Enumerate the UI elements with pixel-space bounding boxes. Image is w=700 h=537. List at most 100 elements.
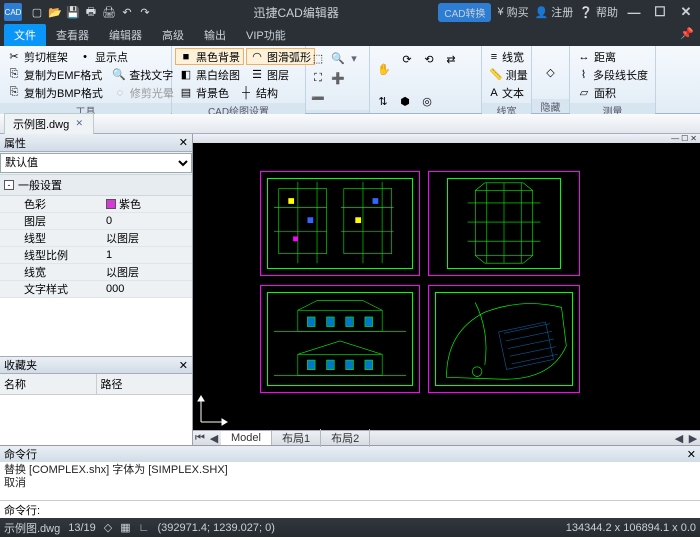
menu-advanced[interactable]: 高级	[152, 24, 194, 46]
document-tab-label: 示例图.dwg	[13, 116, 69, 132]
orbit-icon[interactable]: ◎	[417, 91, 437, 111]
copy-bmp-button[interactable]: ⎘复制为BMP格式	[3, 84, 107, 101]
hide-button[interactable]: ◇	[540, 53, 562, 93]
prop-row-layer[interactable]: 图层0	[0, 213, 192, 230]
register-button[interactable]: 👤注册	[535, 4, 574, 20]
view3d-icon[interactable]: ⬢	[395, 91, 415, 111]
saveall-icon[interactable]: 🖶	[82, 3, 100, 21]
menu-editor[interactable]: 编辑器	[99, 24, 152, 46]
cad-convert-button[interactable]: CAD转换	[438, 3, 491, 22]
favorites-header: 收藏夹 ✕	[0, 356, 192, 374]
find-text-button[interactable]: 🔍查找文字	[108, 66, 177, 83]
favorites-close-icon[interactable]: ✕	[179, 359, 188, 372]
prop-row-linescale[interactable]: 线型比例1	[0, 247, 192, 264]
structure-button[interactable]: ┼结构	[235, 84, 282, 101]
zoom-window-icon[interactable]: 🔍	[329, 49, 347, 67]
collapse-icon[interactable]: -	[4, 180, 14, 190]
properties-close-icon[interactable]: ✕	[179, 136, 188, 149]
layers-button[interactable]: ☰图层	[246, 66, 293, 83]
layout-tab-1[interactable]: 布局1	[272, 429, 321, 447]
tab-close-icon[interactable]: ✕	[73, 118, 85, 130]
app-title: 迅捷CAD编辑器	[154, 4, 438, 21]
background-color-button[interactable]: ▤背景色	[175, 84, 233, 101]
copy-emf-button[interactable]: ⎘复制为EMF格式	[3, 66, 106, 83]
open-icon[interactable]: 📂	[46, 3, 64, 21]
fav-col-path[interactable]: 路径	[97, 374, 193, 394]
distance-icon: ↔	[577, 50, 591, 64]
scroll-right-icon[interactable]: ▶	[686, 432, 700, 445]
properties-header: 属性 ✕	[0, 134, 192, 152]
close-icon[interactable]: ✕	[676, 4, 696, 20]
menu-output[interactable]: 输出	[194, 24, 236, 46]
area-icon: ▱	[577, 86, 591, 100]
snap-icon: ◇	[546, 66, 554, 79]
point-icon: •	[78, 50, 92, 64]
buy-button[interactable]: ¥购买	[497, 4, 528, 20]
pin-icon[interactable]: 📌	[680, 27, 696, 43]
menu-viewer[interactable]: 查看器	[46, 24, 99, 46]
scroll-left-icon[interactable]: ◀	[672, 432, 686, 445]
flip-h-icon[interactable]: ⇄	[441, 49, 461, 69]
canvas-close-icon[interactable]: ✕	[690, 134, 697, 143]
zoom-in-icon[interactable]: ➕	[329, 69, 347, 87]
rotate-cw-icon[interactable]: ⟳	[397, 49, 417, 69]
menu-file[interactable]: 文件	[4, 24, 46, 46]
save-icon[interactable]: 💾	[64, 3, 82, 21]
polyline-icon: ⌇	[577, 68, 590, 82]
tab-prev-icon[interactable]: ◀	[207, 432, 221, 445]
zoom-fit-icon[interactable]: ⛶	[309, 69, 327, 87]
black-square-icon: ■	[179, 50, 193, 64]
properties-group-header[interactable]: - 一般设置	[0, 174, 192, 196]
status-filename: 示例图.dwg	[4, 520, 60, 536]
polyline-length-button[interactable]: ⌇多段线长度	[573, 66, 652, 83]
layout-tab-model[interactable]: Model	[221, 431, 272, 445]
minimize-icon[interactable]: —	[624, 5, 644, 20]
canvas-maximize-icon[interactable]: ☐	[681, 134, 688, 143]
properties-filter-select[interactable]: 默认值	[0, 153, 192, 173]
favorites-columns: 名称 路径	[0, 374, 192, 395]
smooth-arc-button[interactable]: ◠图滑弧形	[246, 48, 315, 65]
layout-tab-2[interactable]: 布局2	[321, 429, 370, 447]
black-bg-button[interactable]: ■黑色背景	[175, 48, 244, 65]
command-input[interactable]	[44, 504, 696, 516]
menu-vip[interactable]: VIP功能	[236, 24, 296, 46]
show-points-button[interactable]: •显示点	[74, 48, 132, 65]
maximize-icon[interactable]: ☐	[650, 4, 670, 20]
dropdown-icon[interactable]: ▾	[349, 49, 359, 67]
canvas-minimize-icon[interactable]: —	[671, 134, 679, 143]
pan-button[interactable]: ✋	[373, 49, 395, 89]
select-icon[interactable]: ⬚	[309, 49, 327, 67]
undo-icon[interactable]: ↶	[118, 3, 136, 21]
measure-button[interactable]: 📏测量	[485, 66, 528, 83]
lineweight-button[interactable]: ≡线宽	[485, 48, 528, 65]
cut-frame-button[interactable]: ✂剪切框架	[3, 48, 72, 65]
prop-row-linetype[interactable]: 线型以图层	[0, 230, 192, 247]
zoom-out-icon[interactable]: ➖	[309, 89, 327, 107]
document-tab[interactable]: 示例图.dwg ✕	[4, 113, 94, 135]
new-icon[interactable]: ▢	[28, 3, 46, 21]
prop-row-textstyle[interactable]: 文字样式000	[0, 281, 192, 298]
status-snap-icon[interactable]: ◇	[104, 521, 112, 534]
area-button[interactable]: ▱面积	[573, 84, 652, 101]
panel-nav-title	[306, 110, 369, 113]
command-close-icon[interactable]: ✕	[687, 448, 696, 461]
rotate-ccw-icon[interactable]: ⟲	[419, 49, 439, 69]
text-button[interactable]: A文本	[485, 84, 528, 101]
bw-draw-button[interactable]: ◧黑白绘图	[175, 66, 244, 83]
distance-button[interactable]: ↔距离	[573, 48, 652, 65]
prop-row-color[interactable]: 色彩紫色	[0, 196, 192, 213]
ruler-icon: 📏	[489, 68, 503, 82]
status-extents: 134344.2 x 106894.1 x 0.0	[566, 522, 696, 534]
flip-v-icon[interactable]: ⇅	[373, 91, 393, 111]
fav-col-name[interactable]: 名称	[0, 374, 97, 394]
prop-row-lineweight[interactable]: 线宽以图层	[0, 264, 192, 281]
help-button[interactable]: ❔帮助	[579, 4, 618, 20]
canvas[interactable]	[193, 143, 700, 430]
panel-snap-title: 隐藏	[532, 99, 569, 113]
redo-icon[interactable]: ↷	[136, 3, 154, 21]
print-icon[interactable]: 🖨	[100, 3, 118, 21]
tab-first-icon[interactable]: ⏮	[193, 432, 207, 445]
help-icon: ❔	[579, 6, 593, 19]
status-grid-icon[interactable]: ▦	[120, 521, 130, 534]
status-ortho-icon[interactable]: ∟	[139, 522, 150, 534]
